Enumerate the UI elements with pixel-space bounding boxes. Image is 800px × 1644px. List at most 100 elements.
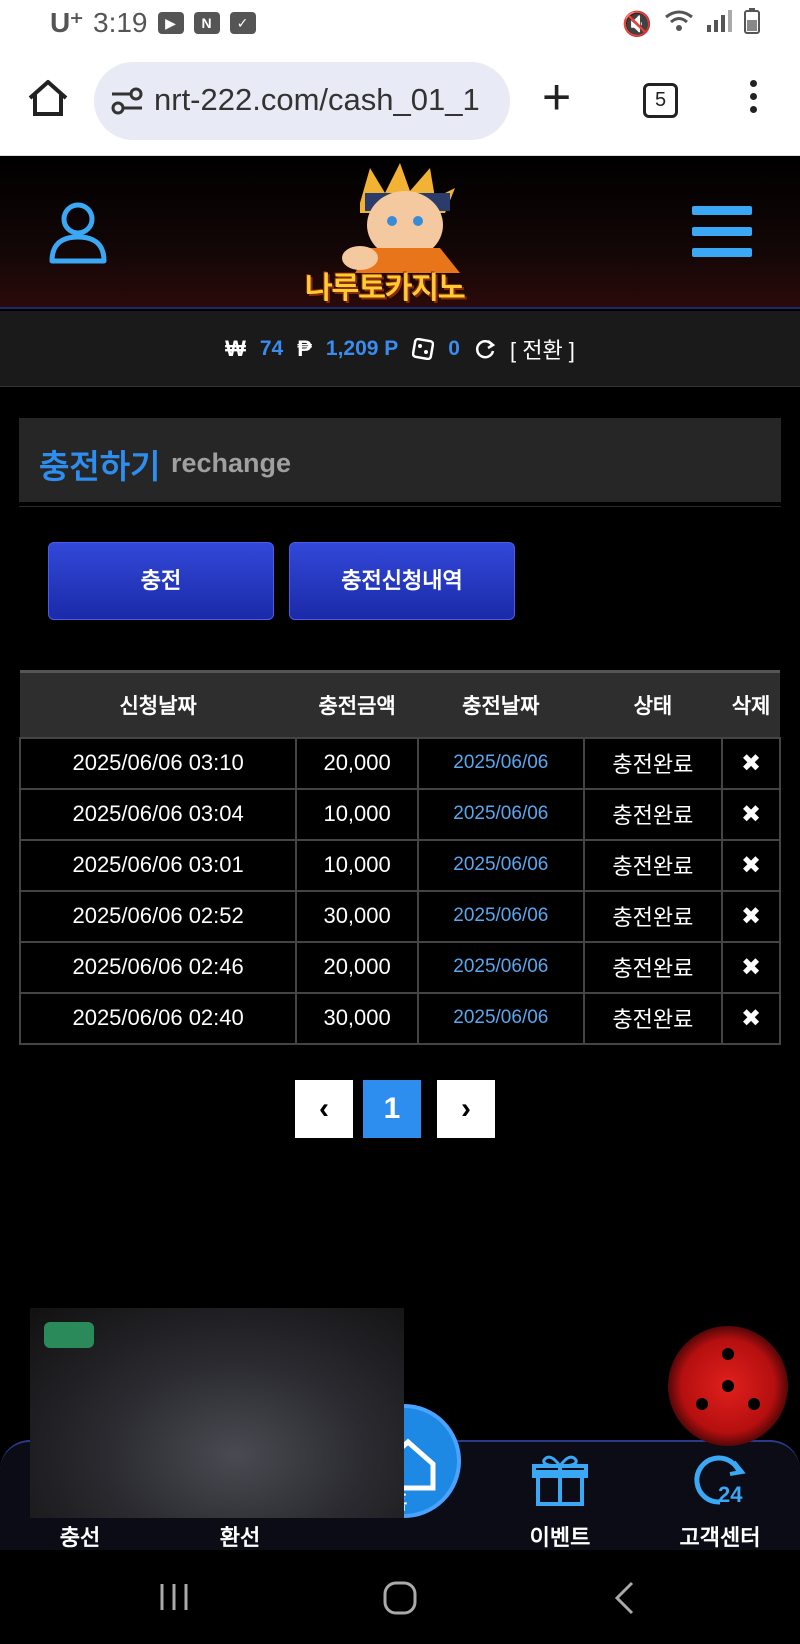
won-icon: ₩ — [225, 335, 246, 361]
charge-amount: 30,000 — [295, 889, 419, 943]
table-row: 2025/06/06 02:46 20,000 2025/06/06 충전완료 … — [18, 940, 781, 994]
dice-icon — [412, 337, 435, 360]
floating-video-player[interactable] — [30, 1308, 404, 1518]
column-header: 상태 — [583, 670, 723, 738]
more-menu-icon[interactable] — [748, 80, 758, 120]
table-row: 2025/06/06 03:04 10,000 2025/06/06 충전완료 … — [18, 787, 781, 841]
delete-icon[interactable]: ✖ — [721, 991, 781, 1045]
column-header: 삭제 — [722, 670, 780, 738]
naruto-logo-image — [342, 163, 460, 273]
page-title-box: 충전하기 rechange — [19, 418, 781, 502]
floating-sharingan-button[interactable] — [668, 1326, 788, 1446]
status-cell: 충전완료 — [582, 889, 724, 943]
charge-date: 2025/06/06 — [416, 838, 585, 892]
convert-link[interactable]: [ 전환 ] — [510, 333, 575, 365]
page-title: 충전하기 — [39, 448, 161, 485]
nav-deposit[interactable]: 충선 — [10, 1520, 150, 1552]
nav-withdraw[interactable]: 환선 — [170, 1520, 310, 1552]
user-icon[interactable] — [48, 201, 108, 265]
support-24h-icon[interactable]: 24 — [690, 1452, 750, 1508]
battery-icon — [744, 8, 760, 41]
back-icon[interactable] — [612, 1580, 636, 1616]
charge-date: 2025/06/06 — [416, 787, 585, 841]
point-balance: 1,209 P — [325, 336, 399, 360]
charge-button[interactable]: 충전 — [48, 542, 274, 620]
naver-icon: N — [193, 11, 220, 34]
request-date: 2025/06/06 03:10 — [18, 736, 298, 790]
prev-page-button[interactable]: ‹ — [295, 1080, 353, 1138]
request-date: 2025/06/06 03:01 — [18, 838, 298, 892]
tab-switcher-button[interactable]: 5 — [643, 83, 678, 118]
system-home-icon[interactable] — [382, 1580, 418, 1616]
request-date: 2025/06/06 03:04 — [18, 787, 298, 841]
balance-bar: ₩ 74 ₱ 1,209 P 0 [ 전환 ] — [0, 311, 800, 387]
recent-apps-icon[interactable] — [158, 1580, 192, 1614]
status-cell: 충전완료 — [582, 838, 724, 892]
charge-date: 2025/06/06 — [416, 940, 585, 994]
next-page-button[interactable]: › — [437, 1080, 495, 1138]
request-date: 2025/06/06 02:46 — [18, 940, 298, 994]
status-cell: 충전완료 — [582, 940, 724, 994]
charge-amount: 10,000 — [295, 838, 419, 892]
gift-icon[interactable] — [530, 1452, 590, 1508]
column-header: 충전날짜 — [417, 670, 584, 738]
title-divider — [19, 506, 781, 507]
column-header: 신청날짜 — [20, 670, 297, 738]
charge-amount: 30,000 — [295, 991, 419, 1045]
charge-date: 2025/06/06 — [416, 736, 585, 790]
won-balance: 74 — [259, 336, 284, 360]
signal-icon — [706, 9, 732, 40]
delete-icon[interactable]: ✖ — [721, 736, 781, 790]
status-cell: 충전완료 — [582, 991, 724, 1045]
svg-text:24: 24 — [718, 1482, 743, 1507]
charge-history-button[interactable]: 충전신청내역 — [289, 542, 515, 620]
nav-support[interactable]: 고객센터 — [650, 1520, 790, 1552]
chip-balance: 0 — [448, 336, 460, 360]
charge-amount: 20,000 — [295, 940, 419, 994]
table-header-row: 신청날짜 충전금액 충전날짜 상태 삭제 — [20, 670, 780, 738]
clock: 3:19 — [93, 6, 148, 38]
recharge-history-table: 신청날짜 충전금액 충전날짜 상태 삭제 2025/06/06 03:10 20… — [18, 670, 781, 1045]
request-date: 2025/06/06 02:40 — [18, 991, 298, 1045]
logo-text: 나루토카지노 — [305, 272, 466, 305]
system-navigation-bar — [0, 1550, 800, 1644]
browser-home-button[interactable] — [26, 76, 70, 120]
delete-icon[interactable]: ✖ — [721, 787, 781, 841]
table-row: 2025/06/06 02:52 30,000 2025/06/06 충전완료 … — [18, 889, 781, 943]
screen: { "status": { "carrier": "U⁺", "time": "… — [0, 0, 800, 1644]
refresh-icon[interactable] — [474, 338, 496, 360]
url-text: nrt-222.com/cash_01_1 — [154, 82, 480, 117]
status-bar: U⁺ 3:19 ▶ N ✓ 🔇 — [0, 0, 800, 46]
column-header: 충전금액 — [296, 670, 418, 738]
table-row: 2025/06/06 03:10 20,000 2025/06/06 충전완료 … — [18, 736, 781, 790]
new-tab-button[interactable]: + — [542, 72, 571, 122]
delete-icon[interactable]: ✖ — [721, 889, 781, 943]
status-cell: 충전완료 — [582, 736, 724, 790]
charge-date: 2025/06/06 — [416, 889, 585, 943]
site-logo[interactable]: 나루토카지노 — [300, 163, 500, 305]
address-bar[interactable]: nrt-222.com/cash_01_1 — [94, 62, 510, 140]
site-header: 나루토카지노 — [0, 157, 800, 309]
request-date: 2025/06/06 02:52 — [18, 889, 298, 943]
home-icon — [28, 80, 68, 116]
point-icon: ₱ — [297, 335, 312, 361]
wifi-icon — [664, 9, 694, 40]
carrier-label: U⁺ — [50, 7, 84, 38]
menu-hamburger-icon[interactable] — [692, 206, 752, 258]
status-cell: 충전완료 — [582, 787, 724, 841]
delete-icon[interactable]: ✖ — [721, 838, 781, 892]
delete-icon[interactable]: ✖ — [721, 940, 781, 994]
charge-amount: 10,000 — [295, 787, 419, 841]
charge-date: 2025/06/06 — [416, 991, 585, 1045]
youtube-icon: ▶ — [157, 11, 184, 34]
mute-icon: 🔇 — [622, 11, 652, 38]
table-row: 2025/06/06 02:40 30,000 2025/06/06 충전완료 … — [18, 991, 781, 1045]
check-icon: ✓ — [229, 11, 256, 34]
browser-toolbar: nrt-222.com/cash_01_1 + 5 — [0, 46, 800, 156]
video-logo-left — [44, 1322, 94, 1348]
page-number-button[interactable]: 1 — [363, 1080, 421, 1138]
charge-amount: 20,000 — [295, 736, 419, 790]
site-settings-icon[interactable] — [110, 86, 144, 116]
table-row: 2025/06/06 03:01 10,000 2025/06/06 충전완료 … — [18, 838, 781, 892]
nav-event[interactable]: 이벤트 — [490, 1520, 630, 1552]
